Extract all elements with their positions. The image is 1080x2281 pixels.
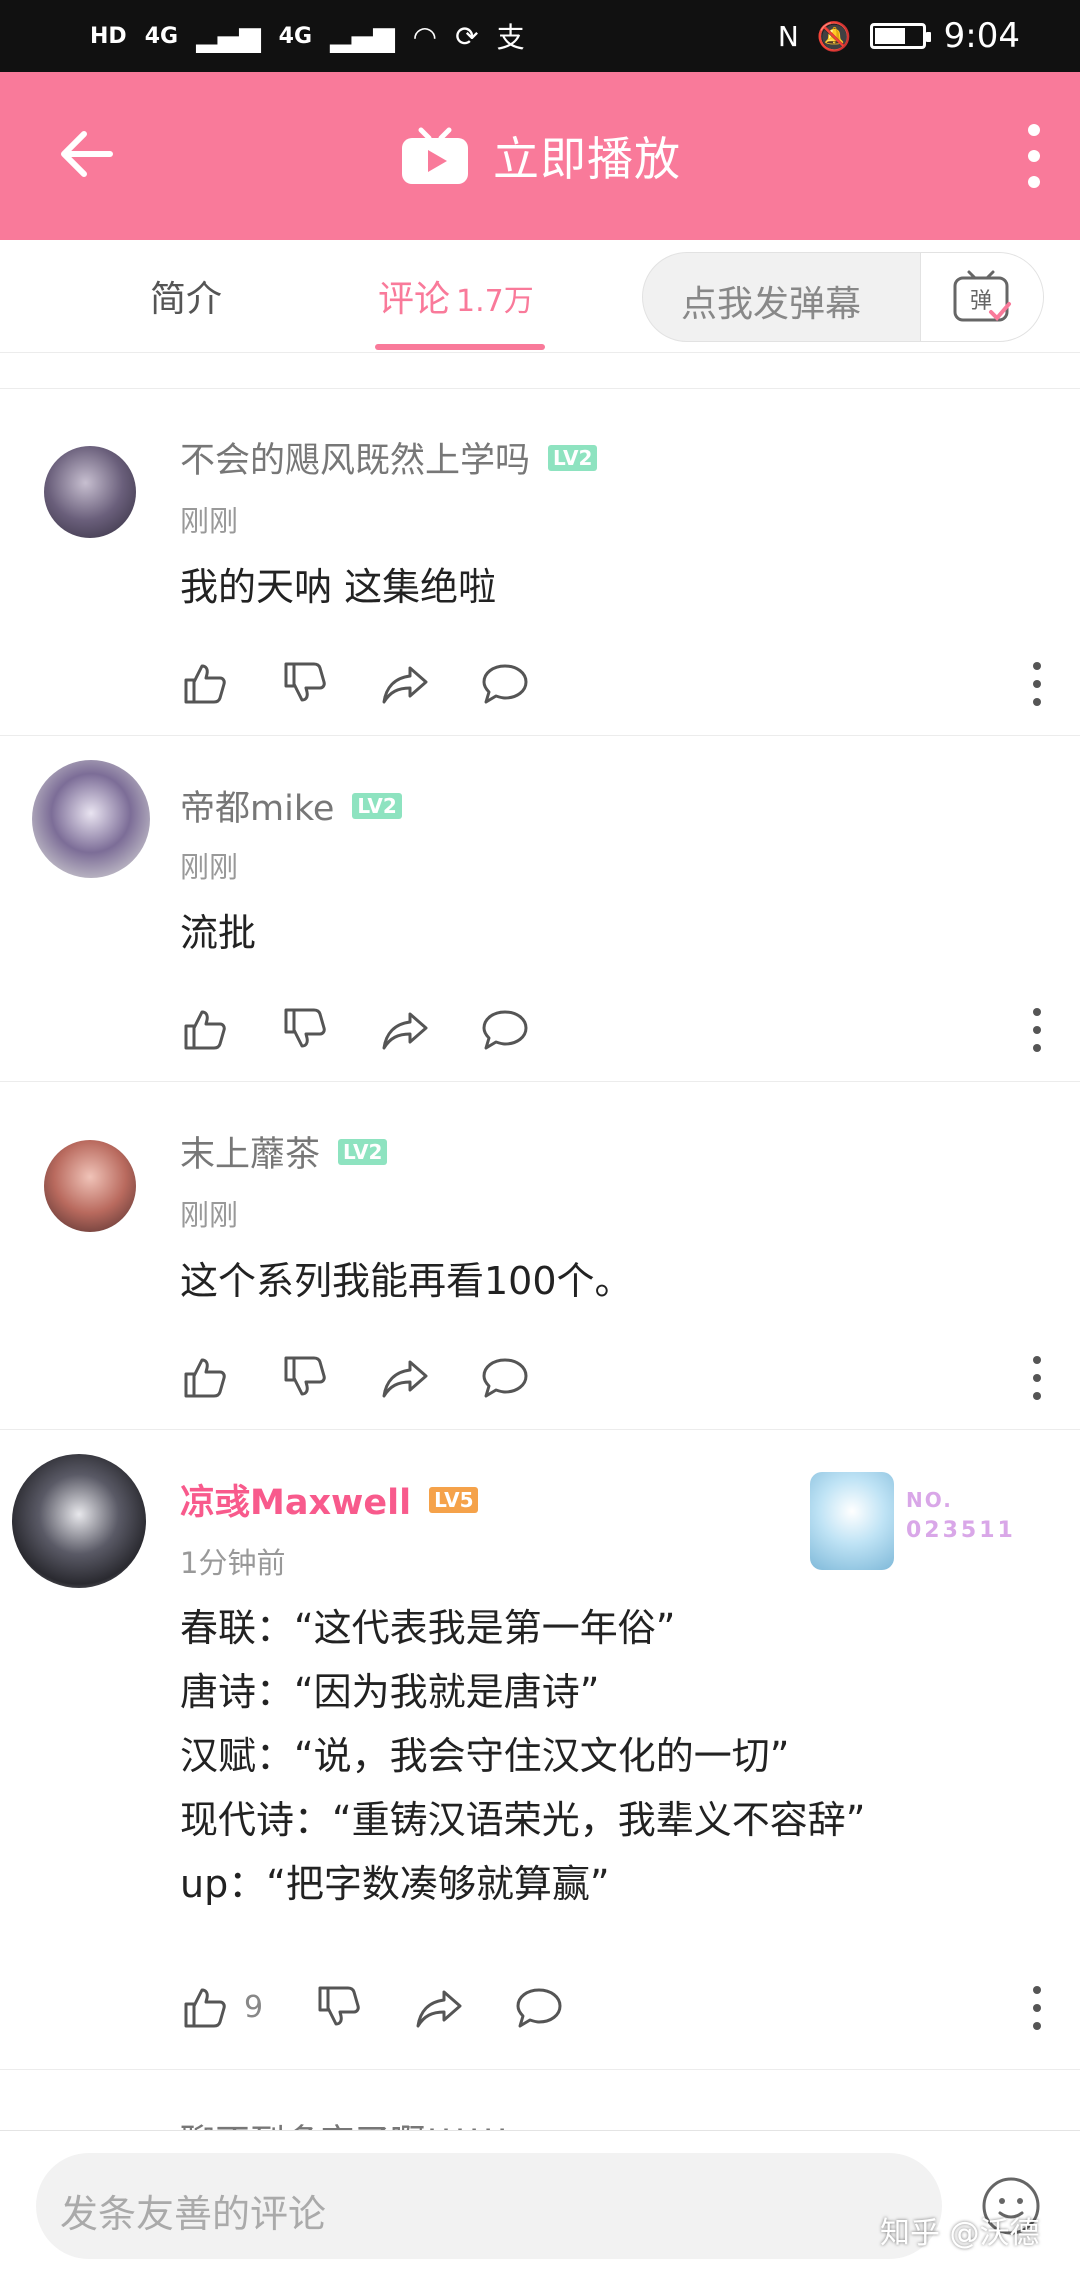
comment-input[interactable]: 发条友善的评论: [36, 2153, 942, 2259]
share-icon[interactable]: [380, 1352, 430, 1402]
comment-author[interactable]: 凉彧Maxwell LV5: [180, 1474, 479, 1525]
like-icon[interactable]: [180, 658, 230, 708]
level-badge: LV2: [338, 1139, 388, 1165]
avatar[interactable]: [12, 1454, 146, 1588]
app-bar: 立即播放: [0, 72, 1080, 240]
share-icon[interactable]: [414, 1982, 464, 2032]
comment-item: 末上蘼茶 LV2 刚刚 这个系列我能再看100个。: [0, 1082, 1080, 1430]
dislike-icon[interactable]: [280, 1352, 330, 1402]
comment-input-placeholder: 发条友善的评论: [60, 2192, 327, 2236]
play-now-title: 立即播放: [493, 132, 681, 186]
comment-composer: 发条友善的评论: [0, 2130, 1080, 2281]
tab-bar: 简介 评论 1.7万 点我发弹幕 弹: [0, 240, 1080, 353]
danmu-tv-icon: 弹: [953, 270, 1011, 322]
danmu-icon-box[interactable]: 弹: [920, 253, 1043, 341]
comment-actions: 9: [180, 1982, 1040, 2032]
comment-actions: [180, 1352, 1040, 1402]
like-icon[interactable]: [180, 1004, 230, 1054]
dislike-icon[interactable]: [280, 1004, 330, 1054]
signal-icon: ▂▄▆: [196, 19, 261, 53]
battery-icon: [869, 23, 931, 49]
avatar[interactable]: [44, 446, 136, 538]
sim1-indicator: HD: [90, 23, 127, 49]
reply-icon[interactable]: [480, 1352, 530, 1402]
fan-badge-image: [810, 1472, 894, 1570]
fan-badge-number: 023511: [906, 1518, 1016, 1543]
network2-indicator: 4G: [278, 23, 313, 49]
comment-more-icon[interactable]: [1032, 1356, 1042, 1400]
previous-comment-remnant: [0, 352, 1080, 389]
comment-author[interactable]: 不会的飓风既然上学吗 LV2: [180, 432, 598, 483]
fan-badge-card[interactable]: NO. 023511: [810, 1466, 1013, 1576]
like-count: 9: [244, 1990, 264, 2025]
play-now-button[interactable]: 立即播放: [0, 72, 1080, 240]
notification-app-icon: 支: [496, 21, 525, 54]
network1-indicator: 4G: [144, 23, 179, 49]
clock: 9:04: [943, 16, 1020, 56]
author-name: 末上蘼茶: [180, 1135, 321, 1175]
tab-comments-count: 1.7万: [456, 284, 534, 319]
active-tab-indicator: [375, 344, 545, 350]
avatar[interactable]: [32, 760, 150, 878]
comment-text: 这个系列我能再看100个。: [180, 1259, 633, 1303]
comment-more-icon[interactable]: [1032, 1008, 1042, 1052]
next-comment-peek: 聊不到多字了啊!!!!!!: [0, 2070, 1080, 2130]
comment-item: 凉彧Maxwell LV5 NO. 023511 1分钟前 春联：“这代表我是第一…: [0, 1430, 1080, 2070]
status-left: HD 4G ▂▄▆ 4G ▂▄▆ ◠ ⟳ 支: [90, 16, 525, 56]
like-icon[interactable]: [180, 1982, 230, 2032]
dislike-icon[interactable]: [280, 658, 330, 708]
signal-icon: ▂▄▆: [330, 19, 395, 53]
reply-icon[interactable]: [480, 658, 530, 708]
wifi-icon: ◠: [412, 19, 438, 53]
tv-play-icon: [402, 127, 468, 184]
level-badge: LV5: [429, 1487, 479, 1513]
comment-item: 帝都mike LV2 刚刚 流批: [0, 736, 1080, 1082]
comment-time: 刚刚: [180, 504, 239, 538]
comment-more-icon[interactable]: [1032, 1986, 1042, 2030]
author-name: 凉彧Maxwell: [180, 1483, 412, 1523]
share-icon[interactable]: [380, 1004, 430, 1054]
author-name: 帝都mike: [180, 789, 335, 829]
comment-actions: [180, 1004, 1040, 1054]
level-badge: LV2: [352, 793, 402, 819]
sync-icon: ⟳: [455, 19, 479, 53]
reply-icon[interactable]: [514, 1982, 564, 2032]
next-comment-author-peek: 聊不到多字了啊!!!!!!: [180, 2114, 509, 2130]
reply-icon[interactable]: [480, 1004, 530, 1054]
author-name: 不会的飓风既然上学吗: [180, 441, 531, 481]
share-icon[interactable]: [380, 658, 430, 708]
tab-comments[interactable]: 评论 1.7万: [378, 270, 534, 322]
more-menu-icon[interactable]: [1026, 124, 1042, 188]
send-danmu-button[interactable]: 点我发弹幕 弹: [642, 252, 1044, 342]
fan-badge-no: NO.: [906, 1488, 953, 1512]
status-right: N 🔕 9:04: [778, 16, 1020, 56]
avatar[interactable]: [44, 1140, 136, 1232]
mute-icon: 🔕: [816, 19, 852, 53]
comment-text: 春联：“这代表我是第一年俗” 唐诗：“因为我就是唐诗” 汉赋：“说，我会守住汉文…: [180, 1606, 866, 1906]
comment-more-icon[interactable]: [1032, 662, 1042, 706]
danmu-icon-char: 弹: [970, 289, 992, 314]
comment-time: 1分钟前: [180, 1546, 286, 1580]
like-icon[interactable]: [180, 1352, 230, 1402]
comment-actions: [180, 658, 1040, 708]
tab-intro[interactable]: 简介: [150, 270, 222, 322]
dislike-icon[interactable]: [314, 1982, 364, 2032]
tab-comments-label: 评论: [378, 279, 451, 320]
nfc-icon: N: [777, 19, 799, 53]
status-bar: HD 4G ▂▄▆ 4G ▂▄▆ ◠ ⟳ 支 N 🔕 9:04: [0, 0, 1080, 72]
comment-item: 不会的飓风既然上学吗 LV2 刚刚 我的天呐 这集绝啦: [0, 388, 1080, 736]
comment-text: 我的天呐 这集绝啦: [180, 565, 497, 609]
level-badge: LV2: [548, 445, 598, 471]
watermark: 知乎 @沃德: [880, 2216, 1040, 2251]
comment-text: 流批: [180, 911, 257, 955]
comment-author[interactable]: 末上蘼茶 LV2: [180, 1126, 388, 1177]
comment-author[interactable]: 帝都mike LV2: [180, 780, 402, 831]
send-danmu-label: 点我发弹幕: [681, 284, 862, 325]
comment-time: 刚刚: [180, 850, 239, 884]
comment-time: 刚刚: [180, 1198, 239, 1232]
